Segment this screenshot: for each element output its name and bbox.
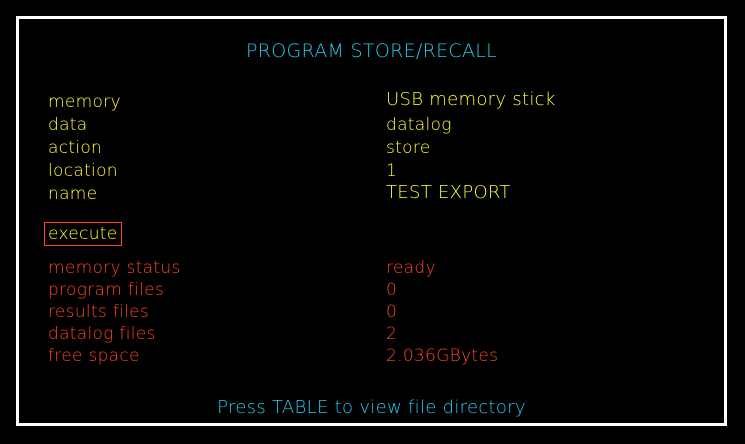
status-value-free-space: 2.036GBytes xyxy=(386,346,499,366)
setting-label-data: data xyxy=(48,115,88,135)
setting-value-location[interactable]: 1 xyxy=(386,160,397,183)
setting-value-data[interactable]: datalog xyxy=(386,114,452,137)
instrument-screen: PROGRAM STORE/RECALL memory USB memory s… xyxy=(0,0,745,444)
status-label-free-space: free space xyxy=(48,346,140,366)
setting-label-name: name xyxy=(48,184,98,204)
page-title: PROGRAM STORE/RECALL xyxy=(245,40,498,62)
status-label-datalog-files: datalog files xyxy=(48,324,156,344)
display-frame: PROGRAM STORE/RECALL memory USB memory s… xyxy=(16,16,727,426)
setting-value-action[interactable]: store xyxy=(386,137,431,160)
setting-label-action: action xyxy=(48,138,103,158)
execute-button[interactable]: execute xyxy=(44,222,122,246)
setting-value-name[interactable]: TEST EXPORT xyxy=(386,181,511,204)
setting-label-location: location xyxy=(48,161,118,181)
setting-label-memory: memory xyxy=(48,92,121,112)
status-label-results-files: results files xyxy=(48,302,150,322)
status-label-memory-status: memory status xyxy=(48,258,181,278)
status-value-program-files: 0 xyxy=(386,280,398,300)
status-label-program-files: program files xyxy=(48,280,165,300)
status-value-results-files: 0 xyxy=(386,302,398,322)
footer-hint: Press TABLE to view file directory xyxy=(217,397,526,418)
setting-value-memory[interactable]: USB memory stick xyxy=(386,88,556,111)
status-value-memory-status: ready xyxy=(386,258,436,278)
status-value-datalog-files: 2 xyxy=(386,324,398,344)
